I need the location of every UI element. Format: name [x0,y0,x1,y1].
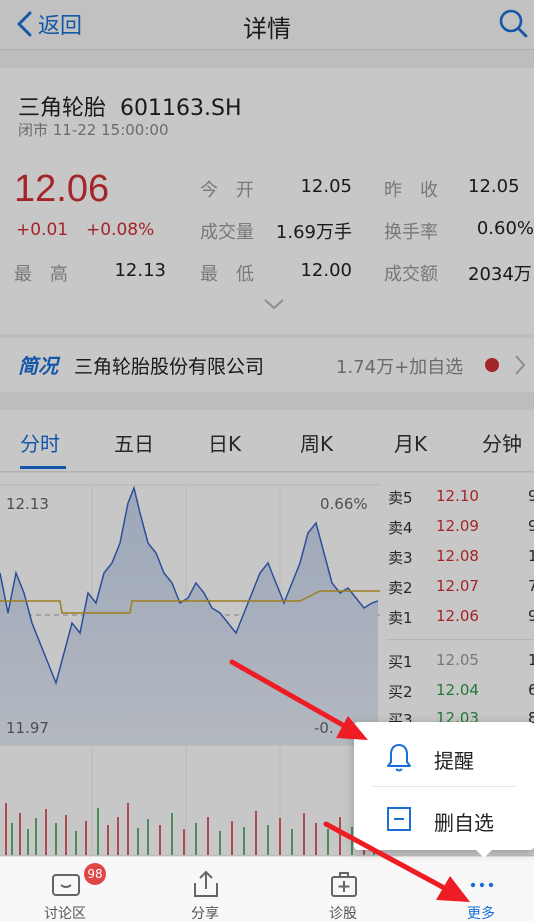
remove-square-icon [387,807,411,831]
toolbar-more-label: 更多 [467,906,495,921]
medical-kit-icon [331,872,357,897]
bell-icon [387,744,411,772]
more-dots-icon [470,882,494,888]
toolbar-discussion[interactable]: 98 讨论区 [20,857,110,921]
popover-caret [474,848,494,858]
toolbar-diagnose[interactable]: 诊股 [298,857,388,921]
chat-icon [52,874,80,896]
toolbar-more[interactable]: 更多 [436,857,526,921]
toolbar-share-label: 分享 [191,906,219,921]
more-popover-menu: 提醒 删自选 [354,722,534,858]
menu-item-remind[interactable]: 提醒 [354,726,534,788]
menu-item-remove-watchlist[interactable]: 删自选 [354,788,534,850]
share-icon [194,870,218,897]
toolbar-share[interactable]: 分享 [160,857,250,921]
toolbar-discussion-label: 讨论区 [44,906,86,921]
unread-badge: 98 [84,863,106,885]
toolbar-diagnose-label: 诊股 [329,906,357,921]
bottom-toolbar: 98 讨论区 分享 诊股 更多 [0,856,534,921]
menu-item-remove-label: 删自选 [434,811,494,835]
menu-item-remind-label: 提醒 [434,749,474,773]
menu-divider [372,786,516,787]
